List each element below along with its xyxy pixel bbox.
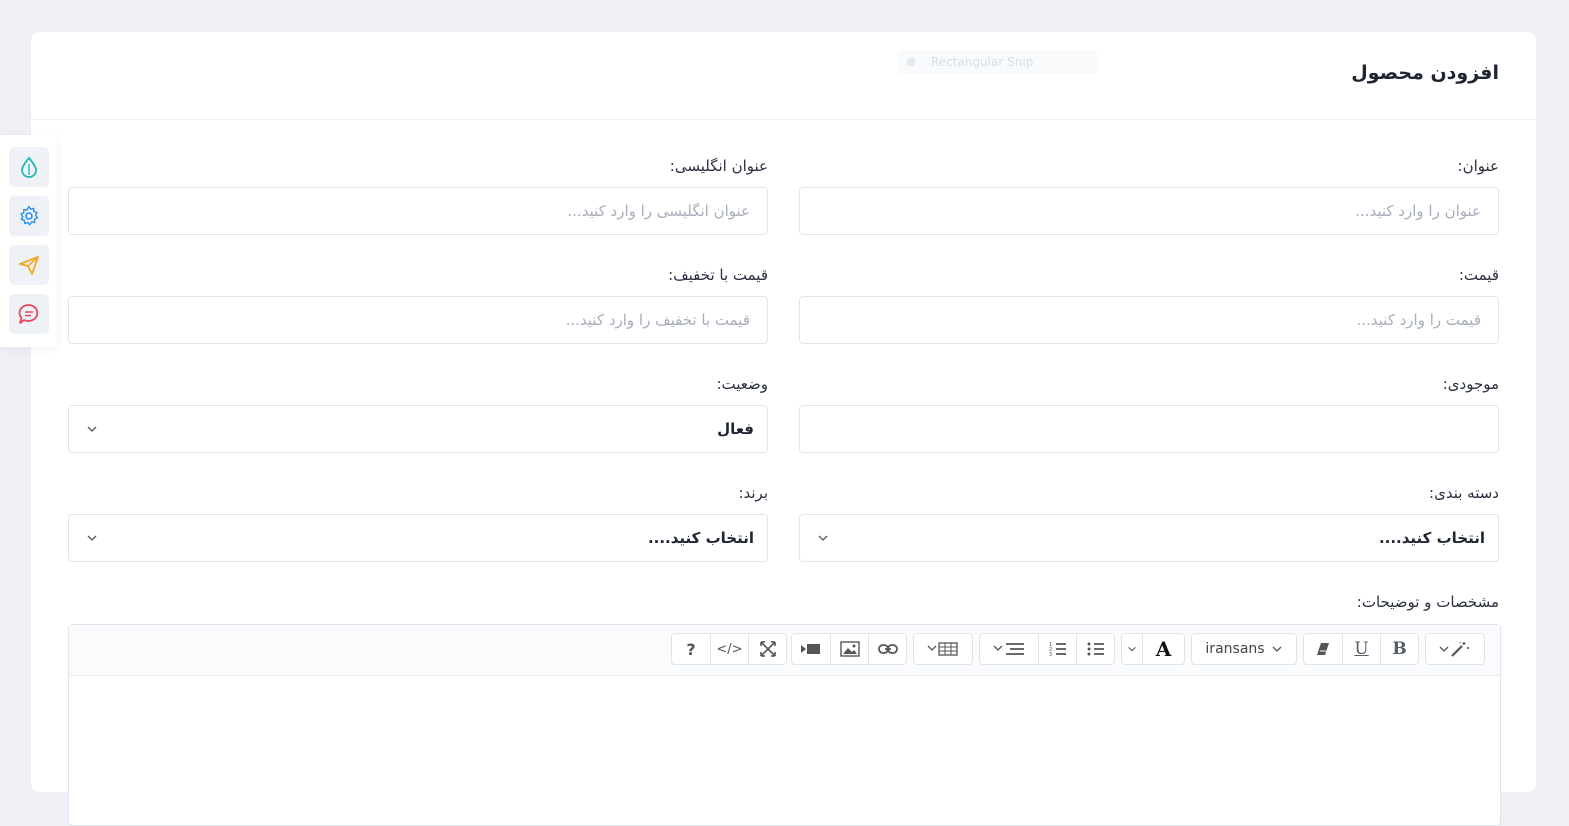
category-selected: انتخاب کنید.... bbox=[1378, 529, 1485, 547]
stock-input[interactable] bbox=[799, 405, 1499, 453]
status-selected: فعال bbox=[717, 420, 754, 438]
snip-overlay-text: Rectangular Snip bbox=[931, 55, 1034, 69]
ordered-list-button[interactable]: 1 2 3 bbox=[1038, 634, 1076, 664]
style-dropdown-button[interactable] bbox=[1426, 634, 1484, 664]
magic-wand-icon bbox=[1439, 642, 1469, 657]
format-group: U B bbox=[1303, 633, 1419, 665]
brand-field: برند: انتخاب کنید.... bbox=[68, 484, 768, 562]
unordered-list-button[interactable] bbox=[1076, 634, 1114, 664]
bold-icon: B bbox=[1392, 639, 1407, 659]
image-button[interactable] bbox=[830, 634, 868, 664]
fullscreen-icon bbox=[759, 641, 776, 657]
ordered-list-icon: 1 2 3 bbox=[1049, 642, 1066, 657]
category-field: دسته بندی: انتخاب کنید.... bbox=[799, 484, 1499, 562]
align-icon bbox=[993, 643, 1024, 655]
paragraph-dropdown-button[interactable] bbox=[980, 634, 1038, 664]
theme-button[interactable] bbox=[9, 147, 49, 187]
price-input[interactable]: قیمت را وارد کنید... bbox=[799, 296, 1499, 344]
discount-price-field: قیمت با تخفیف: قیمت با تخفیف را وارد کنی… bbox=[68, 266, 768, 344]
color-group: A bbox=[1121, 633, 1185, 665]
image-icon bbox=[839, 641, 860, 657]
brand-selected: انتخاب کنید.... bbox=[647, 529, 754, 547]
price-label: قیمت: bbox=[1458, 266, 1499, 284]
editor-toolbar: U B iransans A 1 2 3 ? </> bbox=[69, 625, 1500, 676]
discount-price-input[interactable]: قیمت با تخفیف را وارد کنید... bbox=[68, 296, 768, 344]
font-color-button[interactable]: A bbox=[1142, 634, 1184, 664]
send-button[interactable] bbox=[9, 245, 49, 285]
price-placeholder: قیمت را وارد کنید... bbox=[1356, 311, 1481, 329]
status-label: وضعیت: bbox=[716, 375, 768, 393]
title-en-label: عنوان انگلیسی: bbox=[669, 157, 768, 175]
underline-icon: U bbox=[1354, 639, 1369, 659]
font-name-label: iransans bbox=[1205, 641, 1265, 657]
font-name-dropdown[interactable]: iransans bbox=[1192, 634, 1296, 664]
insert-group bbox=[791, 633, 907, 665]
gear-icon bbox=[20, 205, 39, 226]
font-color-icon: A bbox=[1155, 637, 1172, 661]
underline-button[interactable]: U bbox=[1342, 634, 1380, 664]
chevron-down-icon bbox=[818, 535, 828, 541]
eraser-icon bbox=[1317, 643, 1329, 655]
help-icon: ? bbox=[686, 639, 696, 659]
brand-label: برند: bbox=[738, 484, 768, 502]
category-label: دسته بندی: bbox=[1429, 484, 1499, 502]
price-field: قیمت: قیمت را وارد کنید... bbox=[799, 266, 1499, 344]
stock-label: موجودی: bbox=[1442, 375, 1499, 393]
title-en-placeholder: عنوان انگلیسی را وارد کنید... bbox=[567, 202, 750, 220]
description-label: مشخصات و توضیحات: bbox=[1356, 593, 1499, 611]
category-select[interactable]: انتخاب کنید.... bbox=[799, 514, 1499, 562]
link-button[interactable] bbox=[868, 634, 906, 664]
title-label: عنوان: bbox=[1457, 157, 1499, 175]
floating-sidebar bbox=[0, 135, 57, 347]
card-header: Rectangular Snip افزودن محصول bbox=[31, 32, 1536, 120]
table-icon bbox=[927, 642, 958, 656]
video-button[interactable] bbox=[792, 634, 830, 664]
color-dropdown-button[interactable] bbox=[1122, 634, 1142, 664]
svg-text:3: 3 bbox=[1049, 652, 1052, 657]
table-group bbox=[913, 633, 973, 665]
unordered-list-icon bbox=[1087, 642, 1104, 656]
chevron-down-icon bbox=[87, 426, 97, 432]
list-group: 1 2 3 bbox=[979, 633, 1115, 665]
bold-button[interactable]: B bbox=[1380, 634, 1418, 664]
status-field: وضعیت: فعال bbox=[68, 375, 768, 453]
discount-price-placeholder: قیمت با تخفیف را وارد کنید... bbox=[565, 311, 750, 329]
font-group: iransans bbox=[1191, 633, 1297, 665]
chat-icon bbox=[18, 304, 39, 324]
help-button[interactable]: ? bbox=[672, 634, 710, 664]
code-icon: </> bbox=[716, 641, 743, 657]
title-placeholder: عنوان را وارد کنید... bbox=[1355, 202, 1481, 220]
stock-field: موجودی: bbox=[799, 375, 1499, 453]
page-title: افزودن محصول bbox=[1351, 62, 1499, 84]
video-icon bbox=[801, 644, 820, 654]
fullscreen-button[interactable] bbox=[748, 634, 786, 664]
brand-select[interactable]: انتخاب کنید.... bbox=[68, 514, 768, 562]
status-select[interactable]: فعال bbox=[68, 405, 768, 453]
title-en-input[interactable]: عنوان انگلیسی را وارد کنید... bbox=[68, 187, 768, 235]
settings-button[interactable] bbox=[9, 196, 49, 236]
title-field: عنوان: عنوان را وارد کنید... bbox=[799, 157, 1499, 235]
view-group: ? </> bbox=[671, 633, 787, 665]
title-en-field: عنوان انگلیسی: عنوان انگلیسی را وارد کنی… bbox=[68, 157, 768, 235]
link-icon bbox=[877, 644, 898, 654]
chevron-down-icon bbox=[1272, 646, 1282, 652]
discount-price-label: قیمت با تخفیف: bbox=[668, 266, 768, 284]
table-dropdown-button[interactable] bbox=[914, 634, 972, 664]
snip-overlay: Rectangular Snip bbox=[897, 50, 1097, 74]
chevron-down-icon bbox=[1128, 646, 1136, 652]
description-editor: U B iransans A 1 2 3 ? </> bbox=[68, 624, 1501, 826]
droplet-icon bbox=[21, 156, 37, 178]
chevron-down-icon bbox=[87, 535, 97, 541]
chat-button[interactable] bbox=[9, 294, 49, 334]
code-view-button[interactable]: </> bbox=[710, 634, 748, 664]
editor-content-area[interactable] bbox=[69, 676, 1500, 826]
title-input[interactable]: عنوان را وارد کنید... bbox=[799, 187, 1499, 235]
send-icon bbox=[19, 256, 39, 275]
eraser-button[interactable] bbox=[1304, 634, 1342, 664]
style-group bbox=[1425, 633, 1485, 665]
